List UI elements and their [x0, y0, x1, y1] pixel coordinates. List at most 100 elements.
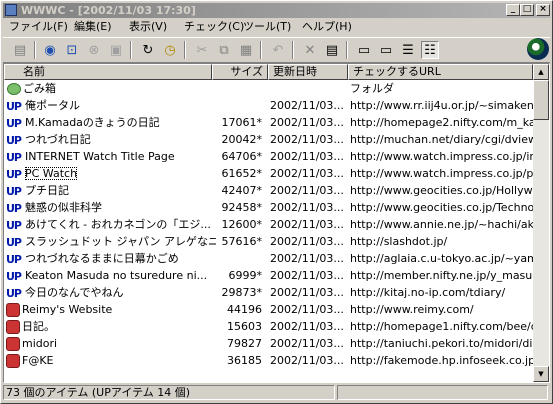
item-date: 2002/11/03... — [270, 99, 344, 112]
page-icon — [6, 320, 20, 334]
paste-icon[interactable]: ▦ — [237, 41, 255, 59]
list-item[interactable]: UP プチ日記 42407* 2002/11/03... http://www.geoc… — [4, 182, 540, 199]
title-bar[interactable]: WWWC - [2002/11/03 17:30] _ □ × — [3, 3, 550, 18]
item-name-cell: UP PC Watch — [6, 165, 216, 182]
minimize-button[interactable]: _ — [506, 4, 520, 16]
item-name: midori — [22, 337, 58, 350]
scroll-thumb[interactable] — [533, 80, 549, 120]
large-icons-icon[interactable]: ▭ — [355, 41, 373, 59]
stop-icon[interactable]: ⊗ — [85, 41, 103, 59]
vertical-scrollbar[interactable]: ▲ ▼ — [533, 64, 549, 382]
item-size — [216, 80, 262, 97]
up-badge-icon: UP — [6, 133, 22, 147]
column-header-date-label: 更新日時 — [273, 65, 317, 78]
item-size: 12600* — [221, 218, 263, 231]
menu-edit[interactable]: 編集(E) — [71, 18, 115, 36]
column-header-name[interactable]: 名前 — [4, 64, 212, 80]
item-url: http://homepage1.nifty.com/bee/diary — [350, 320, 540, 333]
item-date: 2002/11/03... — [270, 235, 344, 248]
menu-tools[interactable]: ツール(T) — [240, 18, 294, 36]
maximize-button[interactable]: □ — [520, 4, 534, 16]
copy-icon[interactable]: ⧉ — [215, 41, 233, 59]
recycle-bin-icon — [7, 83, 21, 95]
item-date: 2002/11/03... — [270, 337, 344, 350]
up-badge-icon: UP — [6, 235, 22, 249]
column-header-url[interactable]: チェックするURL — [348, 64, 533, 80]
item-name: PC Watch — [25, 167, 78, 180]
scroll-up-button[interactable]: ▲ — [533, 64, 549, 80]
item-name: つれづれなるままに日幕かごめ — [25, 252, 179, 265]
delete-icon[interactable]: ✕ — [301, 41, 319, 59]
list-item[interactable]: UP 魅惑の似非科学 92458* 2002/11/03... http://www.g… — [4, 199, 540, 216]
cut-icon[interactable]: ✂ — [193, 41, 211, 59]
menu-help[interactable]: ヘルプ(H) — [299, 18, 355, 36]
list-item[interactable]: UP M.Kamadaのきょうの日記 17061* 2002/11/03... http… — [4, 114, 540, 131]
check-all-icon[interactable]: ▣ — [107, 41, 125, 59]
item-name: INTERNET Watch Title Page — [25, 150, 175, 163]
list-item[interactable]: UP 俺ポータル 2002/11/03... http://www.rr.iij4u.… — [4, 97, 538, 114]
item-date: 2002/11/03... — [270, 303, 344, 316]
item-url: http://www.reimy.com/ — [350, 303, 474, 316]
item-name-cell: UP 今日のなんでやねん — [6, 284, 216, 301]
timer-icon[interactable]: ◷ — [161, 41, 179, 59]
list-item[interactable]: midori 79827 2002/11/03... http://taniuchi.… — [4, 335, 540, 352]
item-url: http://www.watch.impress.co.jp/pc/ — [350, 167, 540, 180]
up-badge-icon: UP — [6, 167, 22, 181]
list-item[interactable]: UP あけてくれ - おれカネゴンの「エジ... 12600* 2002/11/03.… — [4, 216, 540, 233]
item-size: 57616* — [221, 235, 263, 248]
up-badge-icon: UP — [6, 150, 22, 164]
item-date: 2002/11/03... — [270, 133, 344, 146]
list-item[interactable]: UP INTERNET Watch Title Page 64706* 2002/11… — [4, 148, 540, 165]
close-button[interactable]: × — [536, 4, 550, 16]
app-window: WWWC - [2002/11/03 17:30] _ □ × ファイル(F) … — [0, 0, 553, 404]
item-size: 42407* — [221, 184, 263, 197]
item-date: 2002/11/03... — [270, 150, 344, 163]
menu-view[interactable]: 表示(V) — [126, 18, 170, 36]
item-name: ごみ箱 — [23, 82, 56, 95]
item-size: 79827 — [227, 337, 262, 350]
list-item[interactable]: UP Keaton Masuda no tsuredure ni... 6999* 2… — [4, 267, 540, 284]
details-view-icon[interactable]: ☷ — [421, 41, 439, 59]
undo-icon[interactable]: ↶ — [269, 41, 287, 59]
list-item[interactable]: F@KE 36185 2002/11/03... http://fakemode.hp… — [4, 352, 540, 369]
item-url: http://www.annie.ne.jp/~hachi/aketekure — [350, 218, 540, 231]
list-item[interactable]: UP つれづれ日記 20042* 2002/11/03... http://muchan… — [4, 131, 540, 148]
list-item[interactable]: UP スラッシュドット ジャパン アレゲなニ... 57616* 2002/11/03… — [4, 233, 534, 250]
list-item[interactable]: 日記。 15603 2002/11/03... http://homepage1.ni… — [4, 318, 540, 335]
check-icon[interactable]: ◉ — [41, 41, 59, 59]
item-name-cell: 日記。 — [6, 318, 216, 335]
toolbar: ▤ ◉ ⊡ ⊗ ▣ ↻ ◷ ✂ ⧉ ▦ ↶ ✕ ▤ ▭ ▭ ☰ ☷ — [3, 37, 550, 63]
item-date: 2002/11/03... — [270, 184, 344, 197]
item-name-cell: ごみ箱 — [6, 80, 216, 97]
item-name-cell: UP INTERNET Watch Title Page — [6, 148, 216, 165]
item-name-cell: UP 魅惑の似非科学 — [6, 199, 216, 216]
scroll-down-button[interactable]: ▼ — [533, 366, 549, 382]
check-selected-icon[interactable]: ⊡ — [63, 41, 81, 59]
column-header-date[interactable]: 更新日時 — [268, 64, 348, 80]
column-header-size[interactable]: サイズ — [212, 64, 268, 80]
list-item[interactable]: Reimy's Website 44196 2002/11/03... http://… — [4, 301, 534, 318]
folder-up-icon[interactable]: ▤ — [11, 41, 29, 59]
menu-file[interactable]: ファイル(F) — [6, 18, 71, 36]
item-name: あけてくれ - おれカネゴンの「エジ... — [25, 218, 211, 231]
item-size: 15603 — [227, 320, 262, 333]
item-date: 2002/11/03... — [270, 167, 344, 180]
item-name: つれづれ日記 — [25, 133, 91, 146]
item-url: http://kitaj.no-ip.com/tdiary/ — [350, 286, 506, 299]
item-name-cell: F@KE — [6, 352, 216, 369]
window-title: WWWC - [2002/11/03 17:30] — [21, 4, 196, 17]
refresh-icon[interactable]: ↻ — [139, 41, 157, 59]
properties-icon[interactable]: ▤ — [323, 41, 341, 59]
list-item[interactable]: UP つれづれなるままに日幕かごめ 2002/11/03... http://agla… — [4, 250, 540, 267]
list-view-icon[interactable]: ☰ — [399, 41, 417, 59]
list-item[interactable]: UP PC Watch 61652* 2002/11/03... http://www.… — [4, 165, 540, 182]
list-item[interactable]: UP 今日のなんでやねん 29873* 2002/11/03... http://kit… — [4, 284, 534, 301]
menu-check[interactable]: チェック(C) — [181, 18, 247, 36]
item-size: 92458* — [221, 201, 263, 214]
page-icon — [6, 303, 20, 317]
list-item[interactable]: ごみ箱 フォルダ — [4, 80, 534, 97]
app-icon[interactable] — [5, 4, 17, 16]
small-icons-icon[interactable]: ▭ — [377, 41, 395, 59]
item-date: 2002/11/03... — [270, 269, 344, 282]
item-url: http://slashdot.jp/ — [350, 235, 448, 248]
